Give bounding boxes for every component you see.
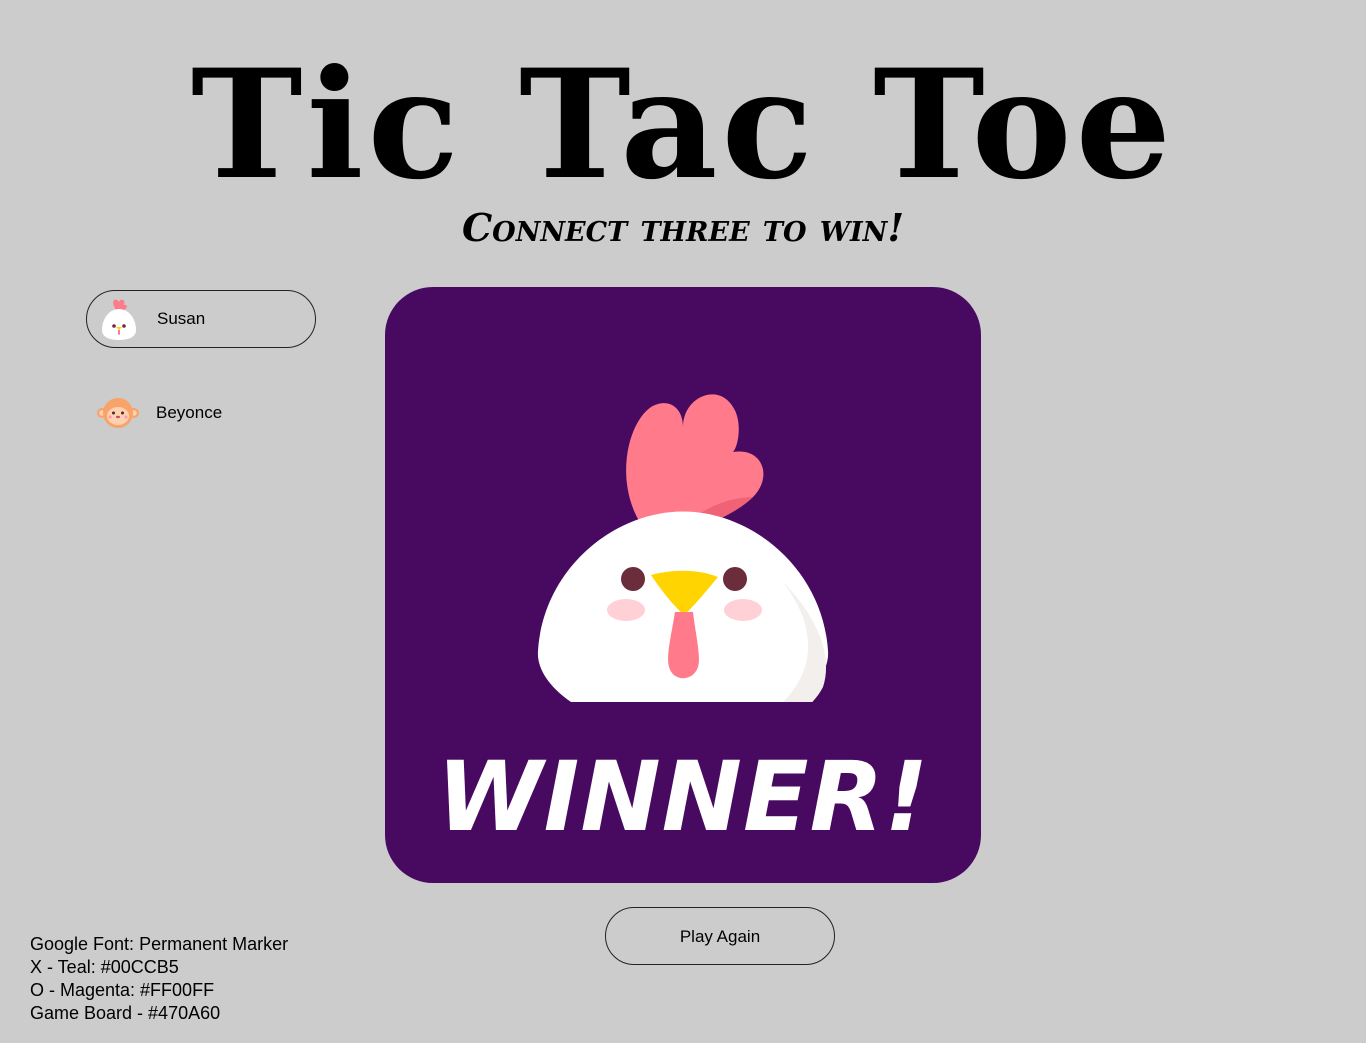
game-title: Tic Tac Toe (190, 37, 1176, 213)
note-x-color: X - Teal: #00CCB5 (30, 957, 179, 977)
game-board: WINNER! (385, 287, 981, 883)
note-o-color: O - Magenta: #FF00FF (30, 980, 215, 1000)
player-name-beyonce: Beyonce (156, 403, 223, 422)
style-notes: Google Font: Permanent Marker X - Teal: … (30, 933, 288, 1025)
note-board-color: Game Board - #470A60 (30, 1003, 221, 1023)
player-card-susan[interactable]: Susan (86, 290, 316, 348)
note-font: Google Font: Permanent Marker (30, 934, 289, 954)
winner-text: WINNER! (436, 741, 930, 853)
player-card-beyonce[interactable]: Beyonce (86, 384, 316, 442)
winner-chicken-icon (537, 394, 829, 702)
chicken-icon (102, 299, 136, 340)
monkey-icon (97, 398, 139, 428)
play-again-button[interactable]: Play Again (605, 907, 835, 965)
player-name-susan: Susan (157, 309, 206, 328)
game-subtitle: Connect three to win! (461, 205, 905, 250)
